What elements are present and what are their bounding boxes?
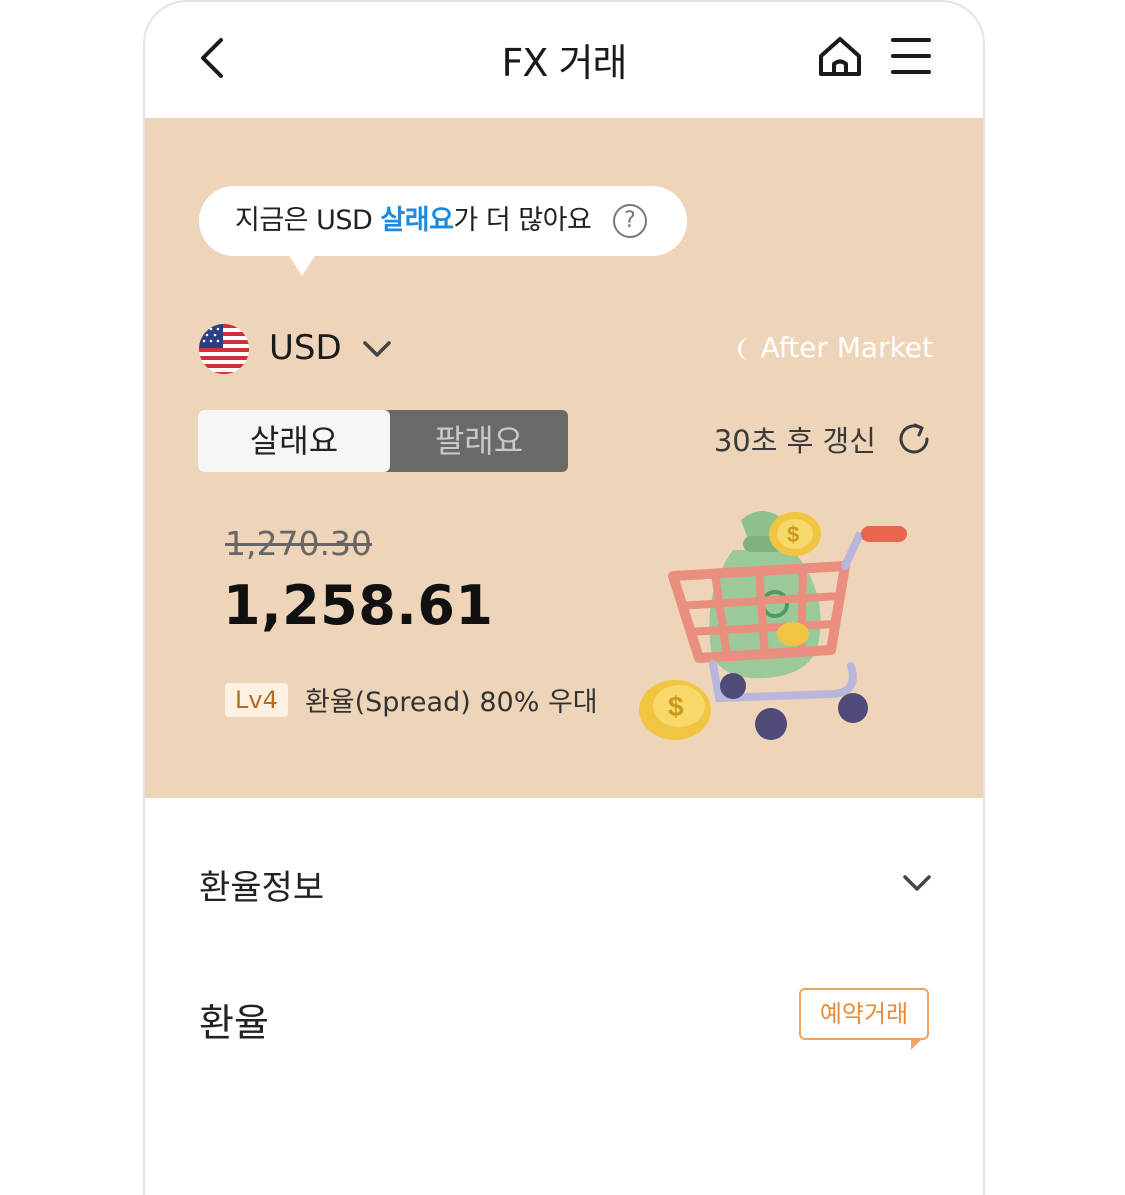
market-status-label: After Market xyxy=(760,331,933,364)
reserve-button-tail xyxy=(911,1038,923,1050)
level-benefit: Lv4 환율(Spread) 80% 우대 xyxy=(225,680,598,718)
app-header: FX 거래 xyxy=(145,2,983,118)
discounted-rate: 1,258.61 xyxy=(223,574,494,637)
rate-info-title: 환율정보 xyxy=(199,868,325,908)
rate-section-title: 환율 xyxy=(199,1001,269,1045)
us-flag-icon xyxy=(199,324,249,374)
help-icon[interactable]: ? xyxy=(613,204,647,238)
original-rate: 1,270.30 xyxy=(225,524,372,563)
svg-text:$: $ xyxy=(787,522,799,547)
tip-prefix: 지금은 USD xyxy=(235,205,381,236)
rate-info-section[interactable]: 환율정보 xyxy=(145,798,983,958)
menu-button[interactable] xyxy=(891,36,931,76)
moon-icon xyxy=(737,338,749,360)
market-status: After Market xyxy=(735,331,933,367)
tip-text: 지금은 USD 살래요가 더 많아요 xyxy=(235,186,592,256)
buy-sell-toggle: 살래요 팔래요 xyxy=(198,410,568,472)
buy-tab[interactable]: 살래요 xyxy=(198,410,390,472)
tip-bubble: 지금은 USD 살래요가 더 많아요 ? xyxy=(199,186,687,256)
bubble-tail xyxy=(288,254,316,276)
home-button[interactable] xyxy=(817,34,863,80)
phone-frame: FX 거래 지금은 USD 살래요가 더 많아요 ? USD After Mar… xyxy=(143,0,985,1195)
level-benefit-text: 환율(Spread) 80% 우대 xyxy=(304,687,598,718)
currency-code: USD xyxy=(269,328,342,368)
svg-text:$: $ xyxy=(668,691,684,722)
refresh-timer: 30초 후 갱신 xyxy=(713,424,876,458)
chevron-down-icon xyxy=(363,341,391,357)
home-icon xyxy=(819,37,861,76)
tip-suffix: 가 더 많아요 xyxy=(453,205,592,236)
reserve-trade-button[interactable]: 예약거래 xyxy=(799,988,929,1040)
chevron-down-icon xyxy=(903,875,931,891)
level-badge: Lv4 xyxy=(225,682,288,717)
refresh-icon xyxy=(899,423,929,454)
sell-tab[interactable]: 팔래요 xyxy=(390,410,568,472)
shopping-cart-illustration: $ $ xyxy=(639,511,907,740)
refresh-button[interactable]: 30초 후 갱신 xyxy=(714,418,933,466)
hamburger-menu-icon xyxy=(891,38,931,74)
tip-highlight: 살래요 xyxy=(380,205,454,236)
fx-hero-panel: 지금은 USD 살래요가 더 많아요 ? USD After Market 살래… xyxy=(145,118,983,798)
bottom-fade xyxy=(145,1042,983,1195)
